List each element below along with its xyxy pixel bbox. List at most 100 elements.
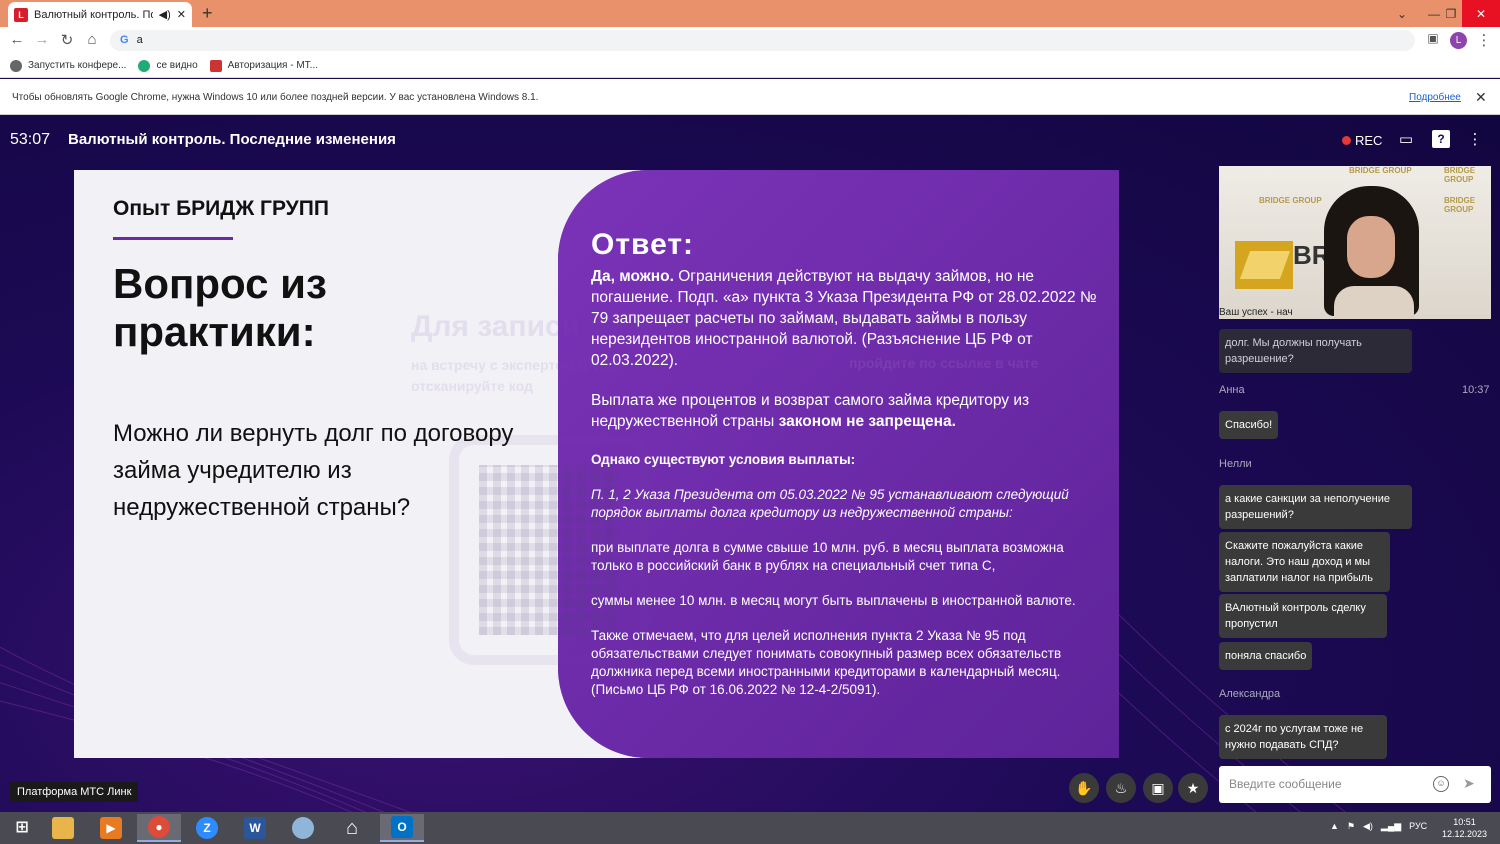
bookmark-item[interactable]: се видно	[138, 59, 198, 72]
bookmarks-bar: Запустить конфере... се видно Авторизаци…	[0, 54, 1500, 78]
chat-time: 10:37	[1462, 384, 1490, 396]
reload-icon[interactable]: ↻	[57, 31, 77, 49]
bookmark-icon	[138, 59, 151, 72]
speaker-video: BRIDGE GROUP BRIDGE GROUP BRIDGE GROUP B…	[1219, 166, 1491, 319]
chat-message: а какие санкции за неполучение разрешени…	[1219, 485, 1412, 529]
question-icon[interactable]: ?	[1432, 130, 1450, 148]
outlook-icon: O	[391, 816, 413, 838]
video-watermark: BRIDGE GROUP	[1444, 196, 1476, 214]
rec-dot-icon	[1342, 136, 1351, 145]
tab-favicon-icon: L	[14, 7, 28, 22]
send-icon[interactable]: ➤	[1463, 775, 1475, 792]
bookmark-item[interactable]: Запустить конфере...	[10, 59, 126, 72]
answer-paragraph-6: суммы менее 10 млн. в месяц могут быть в…	[591, 593, 1076, 608]
video-caption: Ваш успех - нач	[1219, 307, 1293, 318]
webinar-title: Валютный контроль. Последние изменения	[68, 131, 396, 148]
taskbar: ⊞ ▶ ● Z W ⌂ O ▲ ⚑ ◀) ▂▄▆ РУС 10:51 12.12.…	[0, 812, 1500, 844]
mts-icon	[209, 59, 222, 72]
infobar-close-icon[interactable]: ✕	[1475, 89, 1487, 106]
speaker-face	[1347, 216, 1395, 278]
taskbar-outlook[interactable]: O	[380, 814, 424, 842]
language-indicator[interactable]: РУС	[1409, 821, 1427, 832]
globe-icon	[10, 59, 22, 72]
back-icon[interactable]: ←	[7, 31, 27, 48]
answer-paragraph-2: Выплата же процентов и возврат самого за…	[591, 392, 1030, 430]
chrome-icon: ●	[148, 816, 170, 838]
tab-search-icon[interactable]: ⌄	[1388, 0, 1416, 27]
new-tab-button[interactable]: +	[202, 3, 213, 24]
folder-icon	[52, 817, 74, 839]
home-icon[interactable]: ⌂	[82, 31, 102, 48]
video-watermark: BRIDGE GROUP	[1444, 166, 1476, 184]
webinar-timer: 53:07	[10, 131, 51, 148]
answer-paragraph-3: Однако существуют условия выплаты:	[591, 452, 856, 467]
taskbar-explorer[interactable]	[41, 814, 85, 842]
question-title: Вопрос из практики:	[113, 260, 327, 355]
taskbar-chrome[interactable]: ●	[137, 814, 181, 842]
windows-icon: ⊞	[15, 819, 29, 836]
answer-paragraph-1: Да, можно. Ограничения действуют на выда…	[591, 268, 1097, 369]
tab-close-icon[interactable]: ✕	[177, 8, 186, 21]
infobar-message: Чтобы обновлять Google Chrome, нужна Win…	[12, 92, 539, 103]
pip-icon[interactable]: ▣	[1143, 773, 1173, 803]
home-app-icon: ⌂	[345, 817, 359, 839]
word-icon: W	[244, 817, 266, 839]
browser-toolbar: ← → ↻ ⌂ Ga ▣ L ⋮	[0, 27, 1500, 54]
infobar-more-link[interactable]: Подробнее	[1409, 92, 1461, 103]
clock[interactable]: 10:51 12.12.2023	[1442, 816, 1487, 840]
favorite-icon[interactable]: ★	[1178, 773, 1208, 803]
answer-paragraph-7: Также отмечаем, что для целей исполнения…	[591, 628, 1062, 697]
brand-underline	[113, 237, 233, 240]
rec-indicator: REC	[1342, 133, 1382, 148]
google-icon: G	[120, 34, 129, 46]
window-close-icon[interactable]: ✕	[1462, 0, 1500, 27]
taskbar-media[interactable]: ▶	[89, 814, 133, 842]
network-icon[interactable]: ▂▄▆	[1381, 821, 1401, 832]
chat-sender: Нелли	[1219, 458, 1252, 470]
address-bar[interactable]: Ga	[110, 30, 1415, 51]
tab-title: Валютный контроль. После	[34, 8, 153, 21]
bookmark-item[interactable]: Авторизация - МТ...	[209, 59, 318, 72]
chat-message: ВАлютный контроль сделку пропустил	[1219, 594, 1387, 638]
forward-icon[interactable]: →	[32, 31, 52, 48]
start-button[interactable]: ⊞	[0, 814, 44, 842]
taskbar-word[interactable]: W	[233, 814, 277, 842]
emoji-icon[interactable]: ☺	[1433, 776, 1449, 792]
chat-sender: Александра	[1219, 688, 1281, 700]
platform-label: Платформа МТС Линк	[10, 782, 139, 802]
chat-message: долг. Мы должны получать разрешение?	[1219, 329, 1412, 373]
chat-message: поняла спасибо	[1219, 642, 1313, 670]
taskbar-zoom[interactable]: Z	[185, 814, 229, 842]
profile-avatar[interactable]: L	[1450, 32, 1467, 49]
browser-tab[interactable]: L Валютный контроль. После ◀) ✕	[8, 2, 192, 27]
taskbar-home[interactable]: ⌂	[330, 814, 374, 842]
volume-icon[interactable]: ◀)	[1363, 821, 1373, 832]
menu-icon[interactable]: ⋮	[1474, 31, 1494, 49]
address-text: a	[136, 34, 143, 46]
zoom-icon: Z	[196, 817, 218, 839]
chat-message: Скажите пожалуйста какие налоги. Это наш…	[1219, 532, 1390, 592]
tray-arrow-icon[interactable]: ▲	[1330, 821, 1339, 832]
paint-icon	[292, 817, 314, 839]
chat-message-input[interactable]: Введите сообщение	[1219, 766, 1491, 803]
video-watermark: BRIDGE GROUP	[1349, 166, 1412, 175]
chat-sender: Анна	[1219, 384, 1245, 396]
more-options-icon[interactable]: ⋮	[1466, 130, 1484, 148]
reaction-icon[interactable]: ♨	[1106, 773, 1136, 803]
chat-message: Спасибо!	[1219, 411, 1279, 439]
taskbar-paint[interactable]	[281, 814, 325, 842]
flag-icon[interactable]: ⚑	[1347, 821, 1355, 832]
chat-icon[interactable]: ▭	[1397, 130, 1415, 148]
answer-paragraph-4: П. 1, 2 Указа Президента от 05.03.2022 №…	[591, 487, 1069, 520]
speaker-icon[interactable]: ◀)	[159, 8, 171, 21]
chat-message: с 2024г по услугам тоже не нужно подават…	[1219, 715, 1387, 759]
maximize-icon[interactable]: ❐	[1437, 0, 1465, 27]
media-player-icon: ▶	[100, 817, 122, 839]
update-infobar: Чтобы обновлять Google Chrome, нужна Win…	[0, 79, 1500, 115]
raise-hand-icon[interactable]: ✋	[1069, 773, 1099, 803]
side-panel-icon[interactable]: ▣	[1423, 31, 1443, 45]
answer-block: Ответ: Да, можно. Ограничения действуют …	[591, 228, 1101, 716]
tab-strip: L Валютный контроль. После ◀) ✕ + ⌄ — ❐ …	[0, 0, 1500, 27]
webinar-stage: 53:07 Валютный контроль. Последние измен…	[0, 116, 1500, 812]
answer-title: Ответ:	[591, 228, 695, 261]
